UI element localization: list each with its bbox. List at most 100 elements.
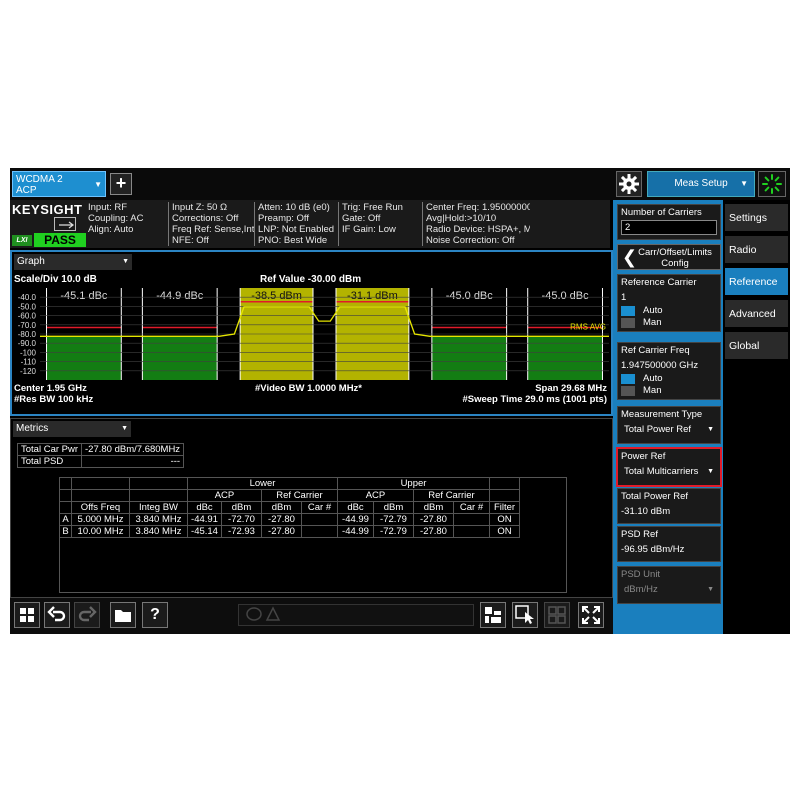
meas-setup-menu[interactable]: Meas Setup ▼: [647, 171, 755, 197]
auto-label: Auto: [643, 305, 663, 316]
ref-carrier-freq-control[interactable]: Ref Carrier Freq 1.947500000 GHz Auto Ma…: [617, 342, 721, 400]
total-power-ref-label: Total Power Ref: [621, 491, 689, 502]
table-cell: -72.79: [373, 513, 414, 526]
lower-acp-header: ACP: [187, 489, 262, 502]
chevron-down-icon: ▼: [121, 425, 128, 432]
upper-dbm-header: dBm: [373, 501, 414, 514]
psd-unit-select[interactable]: dBm/Hz ▼: [621, 582, 717, 597]
divider: [254, 202, 255, 246]
divider: [338, 202, 339, 246]
zoom-window-button[interactable]: [544, 602, 570, 628]
table-header-cell: [71, 489, 130, 502]
power-ref-control[interactable]: Power Ref Total Multicarriers ▼: [616, 447, 722, 487]
table-header-cell: [59, 477, 72, 490]
help-button[interactable]: ?: [142, 602, 168, 628]
bottom-toolbar: ?: [10, 598, 613, 634]
graph-window[interactable]: Graph ▼ Scale/Div 10.0 dB Ref Value -30.…: [10, 250, 613, 416]
band-power-label: -38.5 dBm: [251, 290, 302, 302]
upper-car-header: Car #: [453, 501, 490, 514]
input-settings[interactable]: Input: RF Coupling: AC Align: Auto: [88, 202, 168, 235]
carr-offset-limits-config-button[interactable]: ❮ Carr/Offset/Limits Config: [617, 244, 721, 270]
y-tick-label: -120: [20, 367, 37, 376]
man-radio[interactable]: Man: [621, 385, 720, 397]
y-tick-label: -80.0: [18, 330, 37, 339]
undo-icon: [47, 606, 66, 622]
tab-reference[interactable]: Reference: [725, 268, 788, 296]
reference-value[interactable]: Ref Value -30.00 dBm: [260, 274, 361, 285]
chevron-down-icon: ▼: [707, 586, 714, 593]
add-screen-button[interactable]: +: [110, 173, 132, 195]
reference-carrier-label: Reference Carrier: [621, 277, 697, 288]
control-panel: Number of Carriers 2 ❮ Carr/Offset/Limit…: [613, 200, 723, 634]
multi-window-button[interactable]: [480, 602, 506, 628]
metrics-window-selector[interactable]: Metrics ▼: [13, 421, 131, 437]
video-bw-label[interactable]: #Video BW 1.0000 MHz*: [255, 383, 362, 394]
power-ref-select[interactable]: Total Multicarriers ▼: [621, 464, 717, 479]
spectrum-plot[interactable]: -45.1 dBc -44.9 dBc -38.5 dBm -31.1 dBm -45.…: [12, 286, 611, 382]
center-frequency-label[interactable]: Center 1.95 GHz: [14, 383, 87, 394]
tab-settings[interactable]: Settings: [725, 204, 788, 232]
table-cell: 10.00 MHz: [71, 525, 130, 538]
tab-global[interactable]: Global: [725, 332, 788, 360]
sweep-status-button[interactable]: [758, 171, 786, 197]
trigger-settings[interactable]: Trig: Free Run Gate: Off IF Gain: Low: [342, 202, 422, 235]
filter-header: Filter: [489, 501, 520, 514]
table-cell: [453, 525, 490, 538]
input-z-settings[interactable]: Input Z: 50 Ω Corrections: Off Freq Ref:…: [172, 202, 254, 246]
y-tick-label: -110: [21, 358, 37, 367]
metrics-window[interactable]: Metrics ▼ Total Car Pwr -27.80 dBm/7.680…: [10, 418, 613, 598]
ref-carrier-freq-value: 1.947500000 GHz: [621, 360, 699, 371]
totals-table: Total Car Pwr -27.80 dBm/7.680MHz Total …: [16, 443, 185, 468]
windows-start-button[interactable]: [14, 602, 40, 628]
number-of-carriers-control[interactable]: Number of Carriers 2: [617, 204, 721, 240]
touch-select-button[interactable]: [512, 602, 538, 628]
avg-hold-value: Avg|Hold:>10/10: [426, 213, 497, 224]
chevron-left-icon: ❮: [622, 247, 638, 267]
auto-label: Auto: [643, 373, 663, 384]
auto-radio[interactable]: Auto: [621, 373, 720, 385]
reference-carrier-control[interactable]: Reference Carrier 1 Auto Man: [617, 274, 721, 332]
input-z-value: Input Z: 50 Ω: [172, 202, 228, 213]
psd-ref-control[interactable]: PSD Ref -96.95 dBm/Hz: [617, 526, 721, 562]
selected-indicator: [621, 306, 635, 316]
file-button[interactable]: [110, 602, 136, 628]
window-grid-icon: [485, 607, 501, 623]
tab-advanced[interactable]: Advanced: [725, 300, 788, 328]
screen-tab-wcdma[interactable]: WCDMA 2 ACP ▼: [12, 171, 106, 197]
man-radio[interactable]: Man: [621, 317, 720, 329]
message-bar[interactable]: [238, 604, 474, 626]
auto-radio[interactable]: Auto: [621, 305, 720, 317]
table-header-cell: [129, 489, 188, 502]
lower-dbm-header: dBm: [221, 501, 262, 514]
measurement-type-select[interactable]: Total Power Ref ▼: [621, 422, 717, 437]
selected-indicator: [621, 374, 635, 384]
graph-window-selector[interactable]: Graph ▼: [14, 254, 132, 270]
scale-per-division[interactable]: Scale/Div 10.0 dB: [14, 274, 97, 285]
settings-button[interactable]: [616, 171, 642, 197]
sweep-time-label[interactable]: #Sweep Time 29.0 ms (1001 pts): [462, 394, 607, 405]
freq-ref-value: Freq Ref: Sense,Int: [172, 224, 254, 235]
table-cell: -44.91: [187, 513, 222, 526]
res-bw-label[interactable]: #Res BW 100 kHz: [14, 394, 93, 405]
upper-header: Upper: [337, 477, 490, 490]
noise-correction-value: Noise Correction: Off: [426, 235, 515, 246]
table-header-cell: [489, 477, 520, 490]
table-row: A 5.000 MHz 3.840 MHz -44.91 -72.70 -27.…: [59, 513, 520, 526]
atten-value: Atten: 10 dB (e0): [258, 202, 330, 213]
psd-unit-control[interactable]: PSD Unit dBm/Hz ▼: [617, 566, 721, 604]
redo-icon: [78, 606, 97, 622]
number-of-carriers-input[interactable]: 2: [621, 220, 717, 235]
table-row: Total PSD ---: [16, 455, 185, 468]
chevron-down-icon: ▼: [707, 426, 714, 433]
full-screen-button[interactable]: [578, 602, 604, 628]
frequency-settings[interactable]: Center Freq: 1.95000000 Avg|Hold:>10/10 …: [426, 202, 530, 246]
band-power-label: -44.9 dBc: [156, 290, 204, 302]
total-power-ref-control[interactable]: Total Power Ref -31.10 dBm: [617, 488, 721, 524]
upper-ref-dbm-header: dBm: [413, 501, 454, 514]
attenuation-settings[interactable]: Atten: 10 dB (e0) Preamp: Off LNP: Not E…: [258, 202, 338, 246]
undo-button[interactable]: [44, 602, 70, 628]
span-label[interactable]: Span 29.68 MHz: [535, 383, 607, 394]
tab-radio[interactable]: Radio: [725, 236, 788, 264]
redo-button[interactable]: [74, 602, 100, 628]
measurement-type-control[interactable]: Measurement Type Total Power Ref ▼: [617, 406, 721, 444]
